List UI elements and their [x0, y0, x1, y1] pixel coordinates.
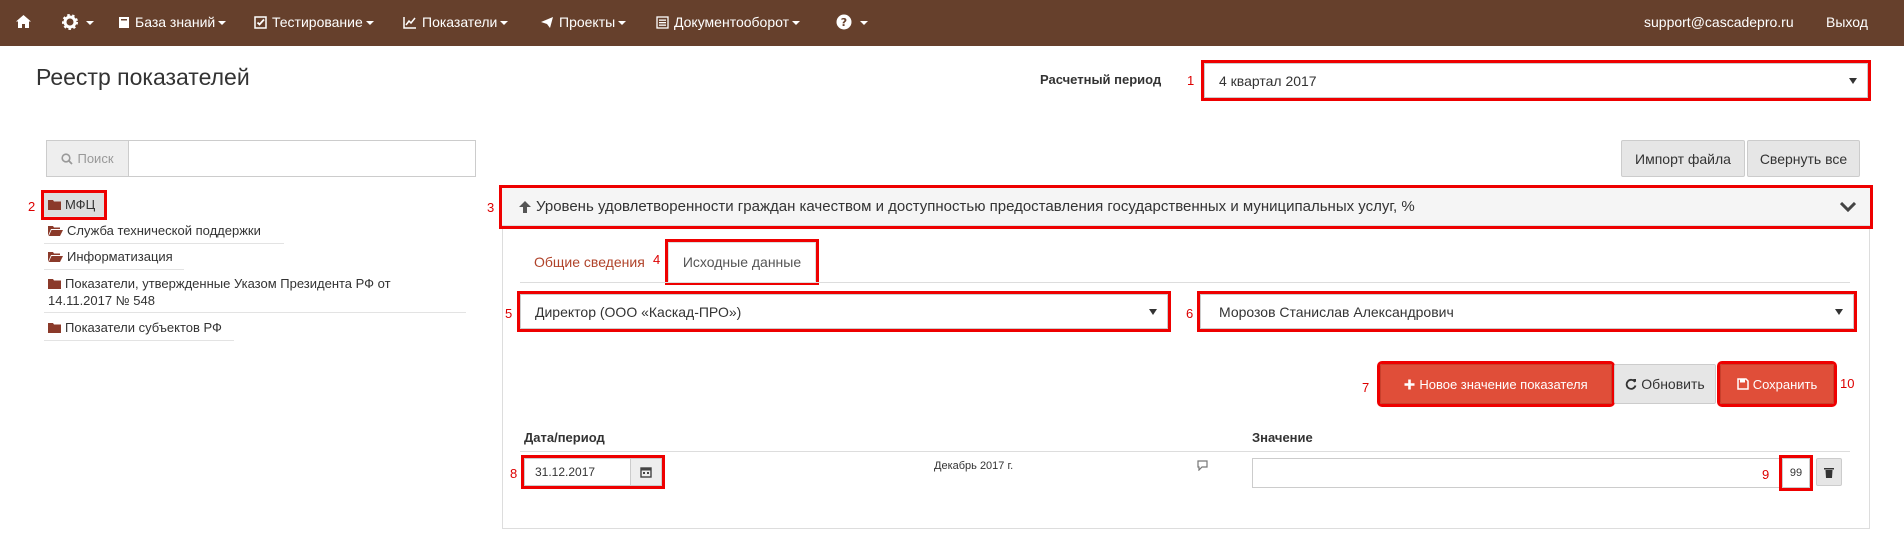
tree-item-label: Показатели субъектов РФ — [65, 320, 222, 335]
period-select[interactable]: 4 квартал 2017 — [1201, 60, 1871, 101]
tree-item-label: Служба технической поддержки — [67, 223, 261, 238]
folder-icon — [48, 279, 61, 289]
tab-general-info[interactable]: Общие сведения — [534, 254, 645, 270]
comment-icon[interactable] — [1196, 459, 1209, 471]
nav-indicators[interactable]: Показатели — [403, 14, 509, 30]
arrow-up-icon — [519, 200, 531, 213]
line-chart-icon — [403, 16, 416, 29]
folder-icon — [48, 200, 61, 210]
search-label: Поиск — [77, 151, 114, 166]
calendar-icon — [640, 467, 652, 478]
callout-4: 4 — [653, 252, 661, 267]
search-addon: Поиск — [47, 141, 129, 176]
search-icon — [61, 152, 74, 165]
chevron-down-icon — [1849, 77, 1857, 84]
save-button[interactable]: Сохранить — [1717, 361, 1837, 407]
button-label: Новое значение показателя — [1419, 376, 1588, 392]
tree-item-informatization[interactable]: Информатизация — [44, 246, 184, 270]
trash-icon — [1824, 467, 1834, 478]
period-label: Расчетный период — [1040, 72, 1162, 87]
tree-item-label: Информатизация — [67, 249, 173, 264]
tree-item-mfc[interactable]: МФЦ — [41, 190, 107, 220]
position-select[interactable]: Директор (ООО «Каскад-ПРО») — [517, 291, 1171, 332]
plus-icon — [1404, 379, 1415, 389]
book-icon — [119, 16, 129, 28]
settings-menu[interactable] — [62, 14, 94, 30]
callout-6: 6 — [1186, 306, 1194, 321]
tree-item-presidential-decree[interactable]: Показатели, утвержденные Указом Президен… — [44, 273, 466, 313]
help-menu[interactable]: ? — [836, 14, 868, 30]
search-input[interactable] — [129, 141, 475, 176]
paper-plane-icon — [541, 16, 553, 28]
person-select[interactable]: Морозов Станислав Александрович — [1197, 291, 1857, 332]
callout-3: 3 — [487, 200, 495, 215]
top-navbar: База знаний Тестирование Показатели Прое… — [0, 0, 1904, 46]
folder-open-icon — [48, 226, 63, 236]
tree-item-federal-subjects[interactable]: Показатели субъектов РФ — [44, 317, 234, 341]
tree-item-label: МФЦ — [65, 197, 96, 212]
button-label: Сохранить — [1752, 376, 1818, 392]
chevron-down-icon — [1149, 308, 1157, 315]
button-label: Обновить — [1641, 376, 1705, 392]
indicator-panel-heading[interactable]: Уровень удовлетворенности граждан качест… — [499, 185, 1873, 229]
refresh-icon — [1626, 378, 1637, 390]
nav-projects[interactable]: Проекты — [540, 14, 627, 30]
callout-5: 5 — [505, 306, 513, 321]
indicator-title: Уровень удовлетворенности граждан качест… — [536, 198, 1415, 215]
folder-open-icon — [48, 252, 63, 262]
question-circle-icon: ? — [836, 14, 852, 30]
new-value-button[interactable]: Новое значение показателя — [1377, 361, 1615, 407]
tree-item-label-line2: 14.11.2017 № 548 — [48, 293, 155, 308]
user-email-link[interactable]: support@cascadepro.ru — [1644, 14, 1794, 30]
check-square-icon — [254, 15, 267, 29]
callout-7: 7 — [1362, 380, 1370, 395]
import-file-button[interactable]: Импорт файла — [1621, 140, 1745, 177]
search-group: Поиск — [46, 140, 476, 177]
nav-label: Проекты — [559, 14, 616, 30]
callout-2: 2 — [28, 199, 36, 214]
nav-label: Документооборот — [674, 14, 790, 30]
value-column-header: Значение — [1252, 430, 1313, 445]
page-title: Реестр показателей — [36, 64, 250, 90]
period-select-value: 4 квартал 2017 — [1219, 72, 1317, 89]
folder-icon — [48, 323, 61, 333]
delete-button[interactable] — [1816, 458, 1842, 486]
callout-1: 1 — [1187, 73, 1195, 88]
table-header-divider — [520, 451, 1850, 452]
chevron-down-icon[interactable] — [1840, 202, 1856, 212]
tabs-divider — [520, 282, 1850, 283]
date-column-header: Дата/период — [524, 430, 605, 445]
floppy-disk-icon — [1736, 378, 1749, 390]
callout-10: 10 — [1840, 376, 1855, 391]
home-icon[interactable] — [15, 14, 37, 29]
nav-document-flow[interactable]: Документооборот — [656, 14, 801, 30]
tree-item-support-service[interactable]: Служба технической поддержки — [44, 220, 284, 244]
svg-text:?: ? — [841, 16, 847, 29]
value-input[interactable]: 99 — [1779, 455, 1813, 491]
tree-item-label: Показатели, утвержденные Указом Президен… — [65, 276, 391, 291]
chevron-down-icon — [1835, 308, 1843, 315]
comment-input[interactable] — [1252, 458, 1782, 488]
callout-8: 8 — [510, 466, 518, 481]
nav-label: Показатели — [422, 14, 498, 30]
position-select-value: Директор (ООО «Каскад-ПРО») — [535, 303, 742, 320]
tab-source-data[interactable]: Исходные данные — [665, 239, 819, 285]
period-text: Декабрь 2017 г. — [934, 460, 1014, 472]
list-icon — [656, 15, 669, 29]
calendar-button[interactable] — [630, 459, 661, 485]
gear-icon — [62, 14, 78, 30]
person-select-value: Морозов Станислав Александрович — [1219, 303, 1454, 320]
nav-label: База знаний — [135, 14, 216, 30]
nav-testing[interactable]: Тестирование — [254, 14, 374, 30]
nav-knowledge-base[interactable]: База знаний — [118, 14, 227, 30]
nav-label: Тестирование — [272, 14, 363, 30]
callout-9: 9 — [1762, 467, 1770, 482]
collapse-all-button[interactable]: Свернуть все — [1747, 140, 1860, 177]
logout-link[interactable]: Выход — [1826, 14, 1868, 30]
refresh-button[interactable]: Обновить — [1614, 364, 1716, 404]
